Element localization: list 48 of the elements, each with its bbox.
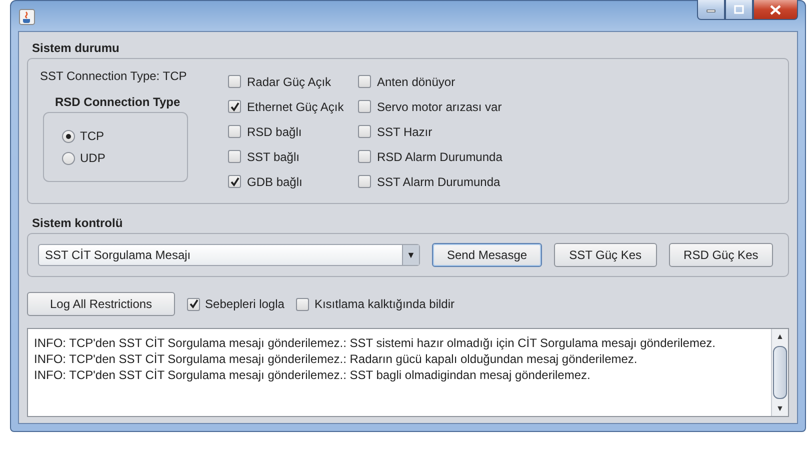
checkbox-label: Anten dönüyor — [377, 74, 456, 88]
close-icon — [770, 4, 781, 14]
radio-button[interactable] — [62, 152, 75, 164]
checkbox-label: Ethernet Güç Açık — [247, 100, 344, 114]
checkbox-label: SST bağlı — [247, 150, 300, 164]
checkbox[interactable] — [358, 125, 371, 138]
group-title: RSD Connection Type — [55, 95, 182, 109]
section-title: Sistem kontrolü — [32, 216, 124, 230]
checkbox-label: SST Alarm Durumunda — [377, 174, 500, 188]
checkbox[interactable] — [228, 175, 241, 188]
coffee-cup-icon — [19, 9, 35, 25]
checkbox-label: RSD bağlı — [247, 124, 302, 138]
minimize-button[interactable] — [697, 0, 725, 20]
log-restrictions-button[interactable]: Log All Restrictions — [27, 292, 176, 316]
checkbox-label: Servo motor arızası var — [377, 100, 502, 114]
action-button[interactable]: SST Güç Kes — [554, 243, 657, 267]
checkbox[interactable] — [358, 175, 371, 188]
checkbox-label: Sebepleri logla — [205, 297, 284, 311]
checkbox[interactable] — [228, 125, 241, 138]
radio-label: TCP — [80, 129, 104, 143]
radio-label: UDP — [80, 151, 106, 165]
checkbox[interactable] — [358, 75, 371, 88]
action-button[interactable]: Send Mesasge — [432, 243, 542, 267]
checkbox[interactable] — [228, 150, 241, 163]
log-line: INFO: TCP'den SST CİT Sorgulama mesajı gönderilemez.: SST bagli olmadigindan mesaj gönderilemez. — [34, 368, 592, 382]
checkbox[interactable] — [358, 150, 371, 163]
checkbox-label: Kısıtlama kalktığında bildir — [314, 297, 454, 311]
maximize-icon — [734, 5, 744, 14]
checkbox-label: Radar Güç Açık — [247, 74, 332, 88]
minimize-icon — [706, 6, 716, 12]
scrollbar[interactable]: ▲ ▼ — [771, 329, 788, 416]
checkbox-label: GDB bağlı — [247, 174, 302, 188]
checkbox-label: SST Hazır — [377, 124, 432, 138]
checkbox[interactable] — [296, 298, 310, 310]
checkbox-label: RSD Alarm Durumunda — [377, 150, 502, 164]
action-button[interactable]: RSD Güç Kes — [668, 243, 774, 267]
checkbox[interactable] — [358, 100, 371, 113]
log-line: INFO: TCP'den SST CİT Sorgulama mesajı gönderilemez.: Radarın gücü kapalı olduğundan mesaj gönderilemez. — [34, 352, 638, 366]
radio-button[interactable] — [62, 130, 75, 142]
checkbox[interactable] — [187, 298, 200, 310]
section-title: Sistem durumu — [32, 41, 120, 55]
connection-type-label: SST Connection Type: TCP — [40, 69, 188, 83]
checkbox[interactable] — [228, 75, 241, 88]
log-line: INFO: TCP'den SST CİT Sorgulama mesajı gönderilemez.: SST sistemi hazır olmadığı için CİT Sorgulama mesajı gönderilemez. — [34, 336, 716, 350]
message-dropdown[interactable]: SST CİT Sorgulama Mesajı ▼ — [38, 244, 420, 266]
checkbox[interactable] — [228, 100, 241, 113]
maximize-button[interactable] — [725, 0, 753, 20]
close-button[interactable] — [753, 0, 798, 20]
